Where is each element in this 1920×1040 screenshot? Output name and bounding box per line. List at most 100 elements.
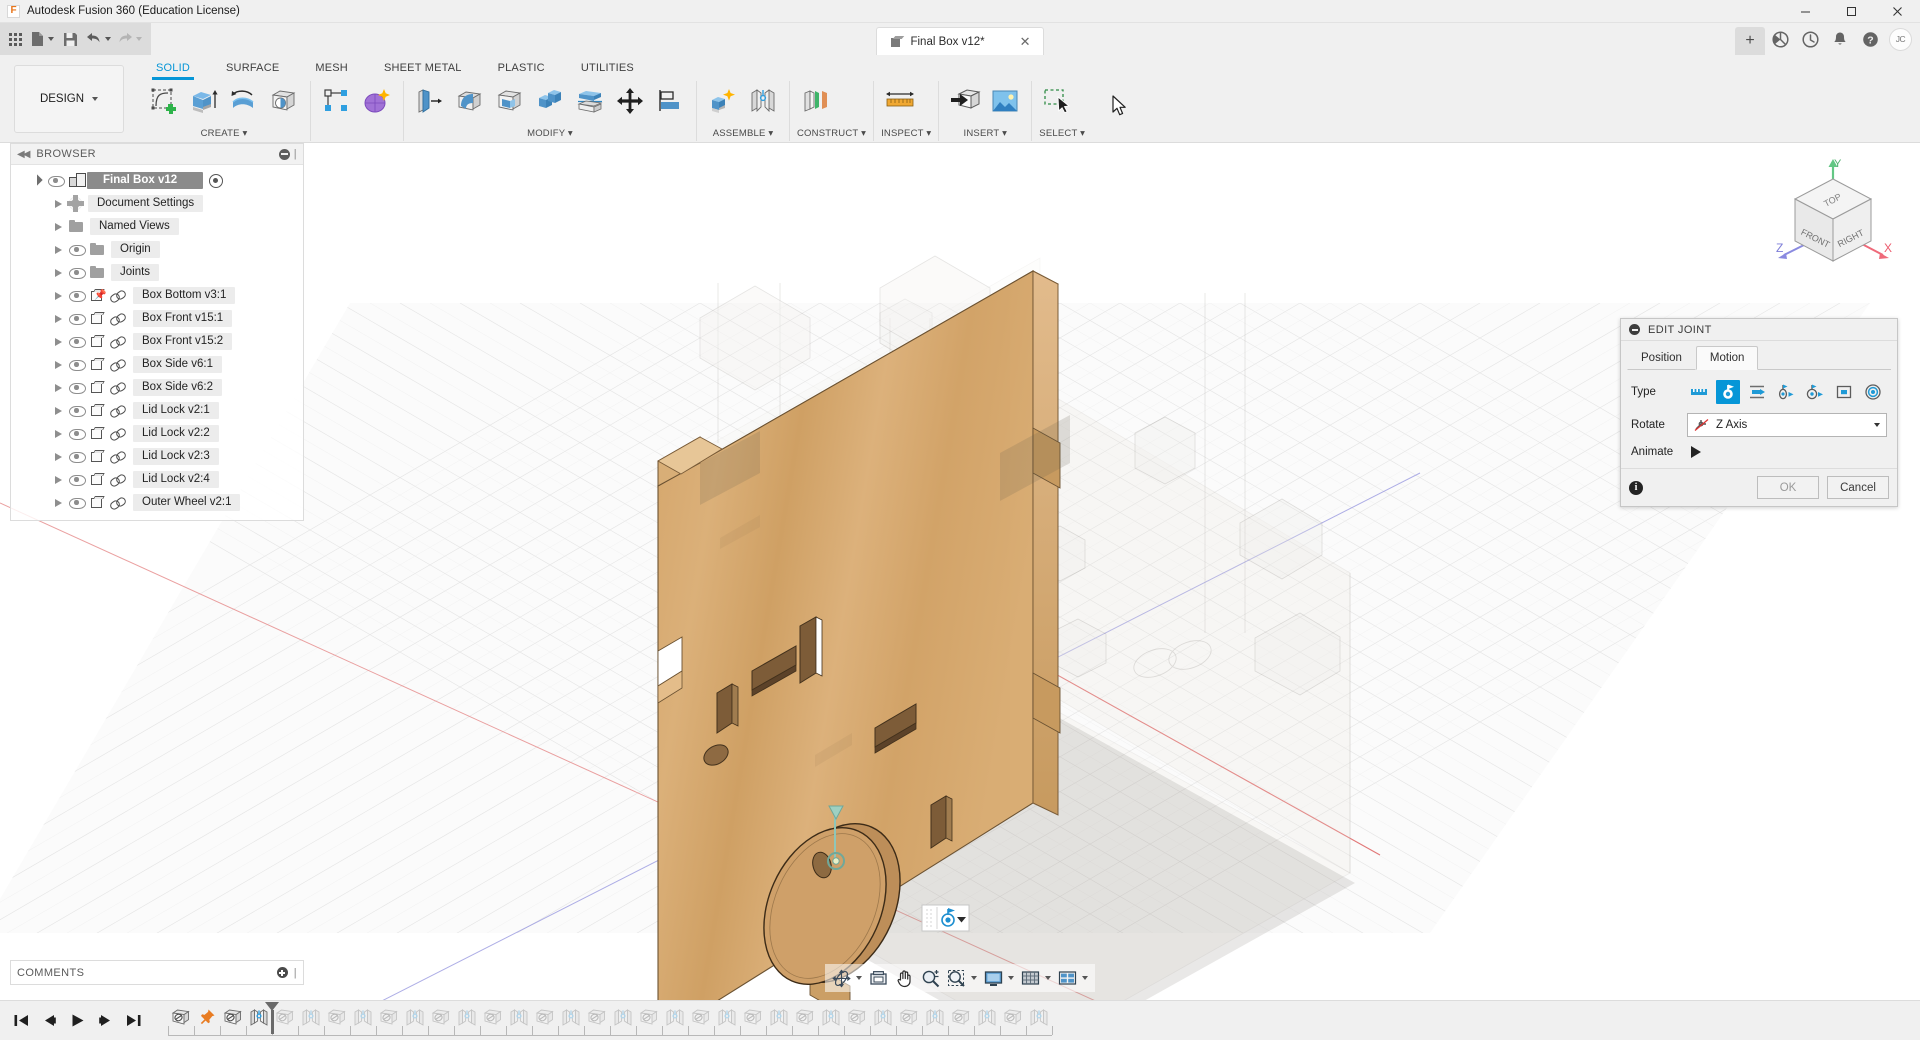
step-back-button[interactable] <box>36 1007 62 1035</box>
insert-derive-icon[interactable] <box>946 81 984 121</box>
revolve-icon[interactable] <box>225 81 263 121</box>
expand-arrow-icon[interactable] <box>55 429 62 438</box>
expand-arrow-icon[interactable] <box>55 406 62 415</box>
insert-canvas-icon[interactable] <box>986 81 1024 121</box>
split-body-icon[interactable] <box>571 81 609 121</box>
view-cube[interactable]: Y Z X TOP FRONT RIGHT <box>1768 151 1898 281</box>
browser-item-box-front-2[interactable]: Box Front v15:2 <box>11 330 303 353</box>
align-icon[interactable] <box>651 81 689 121</box>
browser-item-outer-wheel[interactable]: Outer Wheel v2:1 <box>11 491 303 514</box>
measure-icon[interactable] <box>881 81 919 121</box>
expand-arrow-icon[interactable] <box>55 314 62 323</box>
browser-item-box-bottom[interactable]: 📌 Box Bottom v3:1 <box>11 284 303 307</box>
ribbon-tab-utilities[interactable]: UTILITIES <box>563 60 652 78</box>
browser-item-joints[interactable]: Joints <box>11 261 303 284</box>
joint-icon[interactable] <box>744 81 782 121</box>
planar-joint-icon[interactable] <box>1832 380 1856 404</box>
ribbon-tab-plastic[interactable]: PLASTIC <box>480 60 563 78</box>
hole-icon[interactable] <box>265 81 303 121</box>
expand-arrow-icon[interactable] <box>55 291 62 300</box>
display-settings[interactable] <box>981 965 1017 991</box>
visibility-eye-icon[interactable] <box>69 313 86 325</box>
cylindrical-joint-icon[interactable] <box>1774 380 1798 404</box>
timeline-track[interactable] <box>168 1001 1053 1040</box>
browser-item-origin[interactable]: Origin <box>11 238 303 261</box>
create-form-icon[interactable] <box>358 81 396 121</box>
visibility-eye-icon[interactable] <box>69 428 86 440</box>
step-forward-button[interactable] <box>92 1007 118 1035</box>
zoom-window-tool[interactable] <box>944 965 980 991</box>
ribbon-tab-solid[interactable]: SOLID <box>138 60 208 80</box>
undo-button[interactable] <box>83 26 114 52</box>
pattern-icon[interactable] <box>318 81 356 121</box>
fillet-icon[interactable] <box>451 81 489 121</box>
animate-play-icon[interactable] <box>1691 446 1701 458</box>
save-button[interactable] <box>57 26 83 52</box>
close-icon[interactable]: ✕ <box>1020 35 1031 48</box>
slider-joint-icon[interactable] <box>1745 380 1769 404</box>
grid-snaps[interactable] <box>1018 965 1054 991</box>
browser-item-lid-lock-1[interactable]: Lid Lock v2:1 <box>11 399 303 422</box>
cancel-button[interactable]: Cancel <box>1827 476 1889 499</box>
maximize-button[interactable] <box>1828 0 1874 23</box>
expand-arrow-icon[interactable] <box>55 360 62 369</box>
ribbon-tab-surface[interactable]: SURFACE <box>208 60 297 78</box>
browser-options-icon[interactable] <box>278 148 290 160</box>
tab-motion[interactable]: Motion <box>1695 346 1759 370</box>
tab-position[interactable]: Position <box>1627 346 1696 370</box>
revolute-joint-icon[interactable] <box>1716 380 1740 404</box>
chevron-down-icon[interactable] <box>1874 423 1880 427</box>
expand-arrow-icon[interactable] <box>55 452 62 461</box>
notifications-bell-icon[interactable] <box>1825 23 1855 55</box>
visibility-eye-icon[interactable] <box>69 290 86 302</box>
rotate-axis-select[interactable]: Z Axis <box>1687 413 1887 437</box>
zoom-tool[interactable] <box>918 965 943 991</box>
browser-root-final-box[interactable]: Final Box v12 <box>11 169 303 192</box>
browser-item-named-views[interactable]: Named Views <box>11 215 303 238</box>
ok-button[interactable]: OK <box>1757 476 1819 499</box>
expand-arrow-icon[interactable] <box>55 222 62 231</box>
info-icon[interactable]: i <box>1629 480 1643 495</box>
orbit-tool[interactable] <box>829 965 865 991</box>
browser-item-lid-lock-3[interactable]: Lid Lock v2:3 <box>11 445 303 468</box>
press-pull-icon[interactable] <box>411 81 449 121</box>
expand-arrow-icon[interactable] <box>55 199 62 208</box>
expand-arrow-icon[interactable] <box>55 245 62 254</box>
user-avatar[interactable]: JC <box>1889 27 1912 51</box>
activate-component-icon[interactable] <box>209 173 224 188</box>
browser-item-box-side-1[interactable]: Box Side v6:1 <box>11 353 303 376</box>
ribbon-tab-sheet-metal[interactable]: SHEET METAL <box>366 60 480 78</box>
browser-item-box-front-1[interactable]: Box Front v15:1 <box>11 307 303 330</box>
visibility-eye-icon[interactable] <box>69 359 86 371</box>
ball-joint-icon[interactable] <box>1861 380 1885 404</box>
move-copy-icon[interactable] <box>611 81 649 121</box>
visibility-eye-icon[interactable] <box>69 474 86 486</box>
document-tab-final-box[interactable]: Final Box v12* ✕ <box>876 27 1044 55</box>
pan-tool[interactable] <box>892 965 917 991</box>
visibility-eye-icon[interactable] <box>69 451 86 463</box>
look-at-tool[interactable] <box>866 965 891 991</box>
expand-arrow-icon[interactable] <box>55 268 62 277</box>
expand-arrow-icon[interactable] <box>55 498 62 507</box>
visibility-eye-icon[interactable] <box>69 336 86 348</box>
combine-icon[interactable] <box>531 81 569 121</box>
pin-slot-joint-icon[interactable] <box>1803 380 1827 404</box>
browser-resize-handle[interactable]: | <box>294 148 297 160</box>
play-button[interactable] <box>64 1007 90 1035</box>
expand-arrow-icon[interactable] <box>55 337 62 346</box>
add-comment-icon[interactable] <box>276 967 288 978</box>
help-icon[interactable]: ? <box>1855 23 1885 55</box>
collapse-panel-icon[interactable]: ◀◀ <box>17 149 30 160</box>
visibility-eye-icon[interactable] <box>69 244 86 256</box>
browser-item-box-side-2[interactable]: Box Side v6:2 <box>11 376 303 399</box>
browser-item-lid-lock-2[interactable]: Lid Lock v2:2 <box>11 422 303 445</box>
visibility-eye-icon[interactable] <box>69 382 86 394</box>
rigid-joint-icon[interactable] <box>1687 380 1711 404</box>
workspace-switcher[interactable]: DESIGN <box>14 65 124 133</box>
shell-icon[interactable] <box>491 81 529 121</box>
offset-plane-icon[interactable] <box>797 81 835 121</box>
visibility-eye-icon[interactable] <box>69 497 86 509</box>
app-grid-icon[interactable] <box>2 26 28 52</box>
go-to-end-button[interactable] <box>120 1007 146 1035</box>
visibility-eye-icon[interactable] <box>69 405 86 417</box>
